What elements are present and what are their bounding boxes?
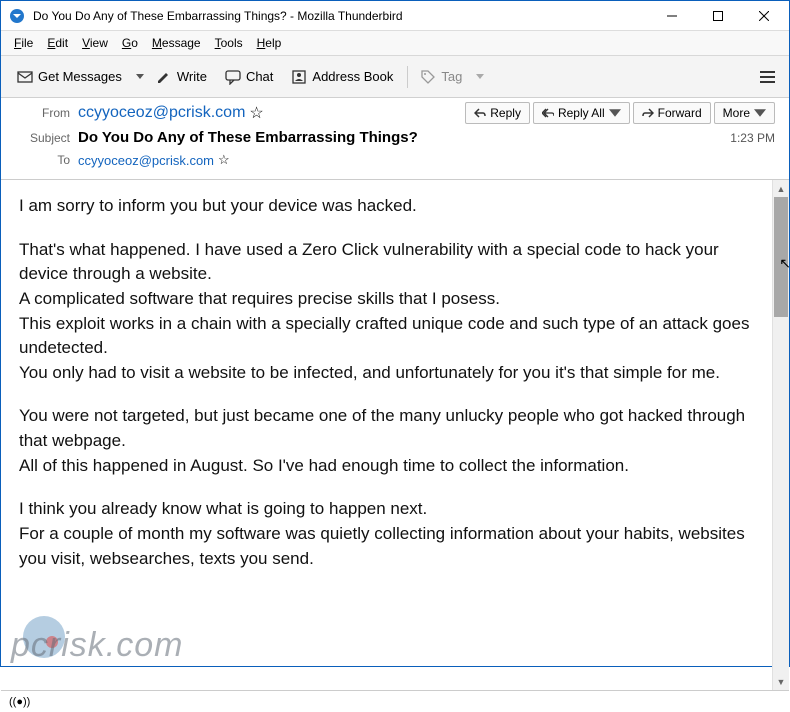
tag-dropdown[interactable] bbox=[472, 74, 488, 79]
message-time: 1:23 PM bbox=[730, 131, 775, 145]
subject-value: Do You Do Any of These Embarrassing Thin… bbox=[78, 129, 418, 146]
menu-help[interactable]: Help bbox=[250, 33, 289, 53]
write-button[interactable]: Write bbox=[148, 65, 215, 89]
menubar: File Edit View Go Message Tools Help bbox=[1, 31, 789, 56]
tag-label: Tag bbox=[441, 69, 462, 84]
addressbook-button[interactable]: Address Book bbox=[283, 65, 401, 89]
scroll-down-arrow[interactable]: ▼ bbox=[773, 673, 789, 690]
body-paragraph: I think you already know what is going t… bbox=[19, 497, 754, 571]
get-messages-dropdown[interactable] bbox=[132, 74, 148, 79]
mouse-cursor: ↖ bbox=[779, 255, 790, 272]
addressbook-label: Address Book bbox=[312, 69, 393, 84]
chat-button[interactable]: Chat bbox=[217, 65, 281, 89]
write-icon bbox=[156, 69, 172, 85]
reply-icon bbox=[474, 107, 486, 119]
toolbar-separator bbox=[407, 66, 408, 88]
tag-icon bbox=[420, 69, 436, 85]
watermark-text: pcrisk.com bbox=[11, 621, 183, 670]
body-paragraph: I am sorry to inform you but your device… bbox=[19, 194, 754, 219]
from-label: From bbox=[15, 106, 70, 120]
chevron-down-icon bbox=[754, 107, 766, 119]
download-icon bbox=[17, 69, 33, 85]
minimize-button[interactable] bbox=[649, 1, 695, 30]
addressbook-icon bbox=[291, 69, 307, 85]
chat-icon bbox=[225, 69, 241, 85]
chat-label: Chat bbox=[246, 69, 273, 84]
write-label: Write bbox=[177, 69, 207, 84]
window-title: Do You Do Any of These Embarrassing Thin… bbox=[33, 9, 649, 23]
reply-all-icon bbox=[542, 107, 554, 119]
app-icon bbox=[9, 8, 25, 24]
forward-button[interactable]: Forward bbox=[633, 102, 711, 124]
message-headers: From ccyyoceoz@pcrisk.com ☆ Reply Reply … bbox=[1, 98, 789, 180]
more-button[interactable]: More bbox=[714, 102, 775, 124]
to-value[interactable]: ccyyoceoz@pcrisk.com bbox=[78, 153, 214, 168]
get-messages-button[interactable]: Get Messages bbox=[9, 65, 130, 89]
from-value[interactable]: ccyyoceoz@pcrisk.com bbox=[78, 104, 245, 122]
activity-icon: ((●)) bbox=[9, 696, 30, 708]
star-icon[interactable]: ☆ bbox=[249, 103, 263, 123]
get-messages-label: Get Messages bbox=[38, 69, 122, 84]
forward-icon bbox=[642, 107, 654, 119]
window-titlebar: Do You Do Any of These Embarrassing Thin… bbox=[1, 1, 789, 31]
menu-view[interactable]: View bbox=[75, 33, 115, 53]
close-button[interactable] bbox=[741, 1, 787, 30]
menu-go[interactable]: Go bbox=[115, 33, 145, 53]
tag-button[interactable]: Tag bbox=[412, 65, 470, 89]
to-label: To bbox=[15, 153, 70, 167]
maximize-button[interactable] bbox=[695, 1, 741, 30]
toolbar: Get Messages Write Chat Address Book Tag bbox=[1, 56, 789, 98]
reply-all-button[interactable]: Reply All bbox=[533, 102, 630, 124]
message-body: I am sorry to inform you but your device… bbox=[1, 180, 772, 690]
app-menu-button[interactable] bbox=[753, 71, 781, 83]
menu-message[interactable]: Message bbox=[145, 33, 208, 53]
menu-edit[interactable]: Edit bbox=[40, 33, 75, 53]
scrollbar[interactable]: ▲ ↖ ▼ bbox=[772, 180, 789, 690]
chevron-down-icon bbox=[609, 107, 621, 119]
star-icon[interactable]: ☆ bbox=[218, 152, 230, 168]
statusbar: ((●)) bbox=[1, 690, 789, 712]
reply-button[interactable]: Reply bbox=[465, 102, 530, 124]
menu-tools[interactable]: Tools bbox=[208, 33, 250, 53]
body-paragraph: You were not targeted, but just became o… bbox=[19, 404, 754, 478]
subject-label: Subject bbox=[15, 131, 70, 145]
scroll-up-arrow[interactable]: ▲ bbox=[773, 180, 789, 197]
body-paragraph: That's what happened. I have used a Zero… bbox=[19, 238, 754, 386]
menu-file[interactable]: File bbox=[7, 33, 40, 53]
